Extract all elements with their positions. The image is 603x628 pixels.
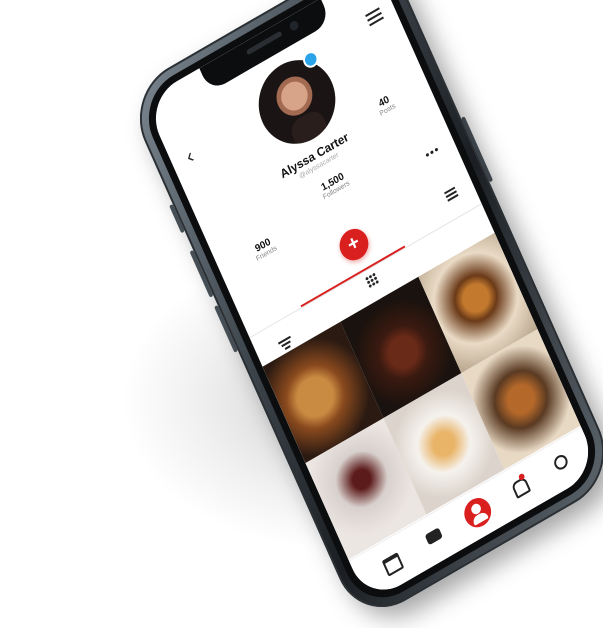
hamburger-icon[interactable]: [364, 5, 385, 30]
more-dots-icon[interactable]: •••: [423, 142, 442, 163]
stat-friends[interactable]: 900 Friends: [235, 226, 294, 273]
grid-view-icon[interactable]: [364, 271, 380, 289]
browser-window-icon[interactable]: [381, 552, 405, 577]
phone-device: ‹ Alyssa Carter @alyssacarter 40 Posts 1…: [123, 0, 603, 627]
chat-icon[interactable]: [424, 527, 443, 546]
search-icon[interactable]: [551, 452, 570, 473]
front-camera: [288, 19, 300, 33]
phone-mockup: ‹ Alyssa Carter @alyssacarter 40 Posts 1…: [0, 0, 603, 627]
chevron-left-icon[interactable]: ‹: [183, 145, 198, 169]
user-icon[interactable]: [459, 492, 496, 533]
plus-icon[interactable]: +: [334, 223, 374, 266]
list-view-icon[interactable]: [443, 185, 459, 204]
